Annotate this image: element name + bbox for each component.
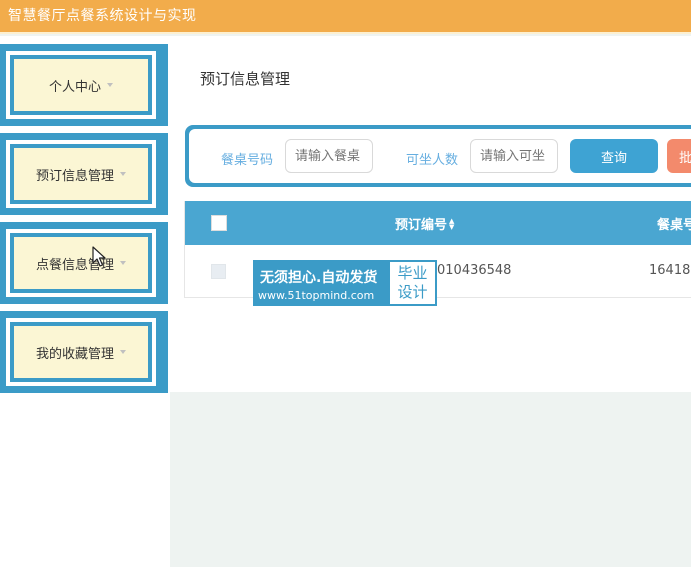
top-bar: 智慧餐厅点餐系统设计与实现 — [0, 0, 691, 34]
watermark-badge: 无须担心.自动发货 www.51topmind.com 毕业 设计 — [253, 260, 437, 306]
seats-input[interactable] — [470, 139, 558, 173]
select-all-checkbox[interactable] — [211, 215, 227, 231]
sidebar-item-label: 个人中心 — [48, 79, 101, 95]
row-checkbox[interactable] — [211, 264, 226, 279]
batch-button[interactable]: 批 — [667, 139, 691, 173]
caret-down-icon — [120, 261, 126, 265]
caret-down-icon — [120, 350, 126, 354]
sidebar-item-label: 我的收藏管理 — [35, 346, 114, 362]
column-header-table-no[interactable]: 餐桌号 — [657, 214, 691, 233]
sort-icon: ▲ ▼ — [449, 216, 455, 231]
mouse-cursor-icon — [92, 246, 106, 267]
watermark-tag-2: 设计 — [397, 283, 428, 301]
search-form: 餐桌号码 可坐人数 查询 批 — [185, 125, 691, 187]
sidebar-item-favorites[interactable]: 我的收藏管理 — [0, 311, 168, 393]
table-no-input[interactable] — [285, 139, 373, 173]
watermark-slogan: 无须担心.自动发货 — [260, 270, 378, 286]
cell-table-no: 16418 — [649, 263, 691, 278]
table-no-label: 餐桌号码 — [221, 153, 274, 168]
watermark-url: www.51topmind.com — [258, 289, 375, 302]
cell-order-no: 010436548 — [437, 263, 512, 278]
watermark-tag-1: 毕业 — [397, 264, 428, 282]
app-title: 智慧餐厅点餐系统设计与实现 — [8, 8, 197, 24]
table-header: 预订编号 ▲ ▼ 餐桌号 — [185, 201, 691, 245]
caret-down-icon — [120, 172, 126, 176]
query-button[interactable]: 查询 — [570, 139, 658, 173]
sidebar-item-label: 预订信息管理 — [35, 168, 114, 184]
sidebar-item-personal-center[interactable]: 个人中心 — [0, 44, 168, 126]
main-panel: 预订信息管理 餐桌号码 可坐人数 查询 批 预订编号▲▼ 餐桌号 0104365… — [170, 36, 691, 392]
column-header-order-no[interactable]: 预订编号 ▲ ▼ — [395, 214, 454, 233]
seats-label: 可坐人数 — [406, 153, 459, 168]
sidebar-item-booking[interactable]: 预订信息管理 — [0, 133, 168, 215]
page-title: 预订信息管理 — [200, 70, 291, 88]
sidebar-item-ordering[interactable]: 点餐信息管理 — [0, 222, 168, 304]
caret-down-icon — [107, 83, 113, 87]
sidebar: 个人中心 预订信息管理 点餐信息管理 我的收藏管理 — [0, 36, 170, 567]
